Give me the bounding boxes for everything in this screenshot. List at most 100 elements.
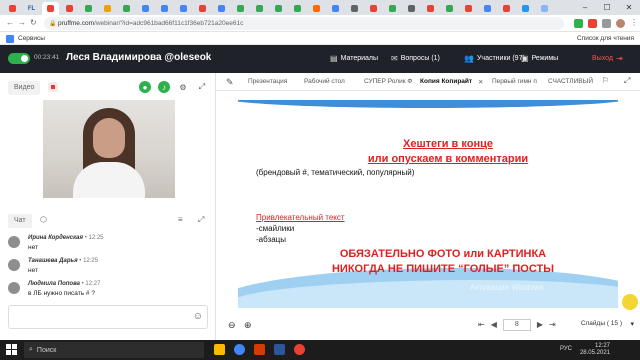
browser-tab[interactable]: FL <box>23 2 40 15</box>
taskbar-search[interactable]: ⌕ Поиск <box>24 342 204 358</box>
browser-tab[interactable] <box>156 2 173 15</box>
minimize-button[interactable]: – <box>574 0 596 15</box>
materials-button[interactable]: ▤ Материалы <box>330 54 378 63</box>
browser-tab[interactable] <box>479 2 496 15</box>
prev-slide-icon[interactable]: ◀ <box>491 320 497 329</box>
tab-desktop[interactable]: Рабочий стол <box>304 78 345 85</box>
expand-icon[interactable]: ⤢ <box>196 81 208 93</box>
browser-tab[interactable] <box>365 2 382 15</box>
close-tab-icon[interactable]: ✕ <box>478 78 483 86</box>
reading-list[interactable]: Список для чтения <box>577 35 634 42</box>
favicon-icon <box>104 5 111 12</box>
tab-super-rolik[interactable]: СУПЕР Ролик Ф <box>364 78 412 85</box>
broadcast-toggle[interactable] <box>8 53 30 64</box>
browser-tab[interactable] <box>384 2 401 15</box>
browser-tab[interactable] <box>422 2 439 15</box>
windows-start-icon[interactable] <box>6 344 17 355</box>
slides-count[interactable]: Слайды ( 15 ) <box>581 320 622 327</box>
maximize-button[interactable]: ☐ <box>596 0 618 15</box>
expand-icon[interactable]: ⤢ <box>624 76 630 86</box>
modes-button[interactable]: ▣ Режимы <box>521 54 558 63</box>
gear-icon[interactable]: ⚙ <box>177 81 189 93</box>
browser-tab[interactable] <box>270 2 287 15</box>
url-input[interactable]: 🔒 pruffme.com/webinar/?id=adc961bad66f11… <box>44 17 564 30</box>
chat-tab[interactable]: Чат <box>8 214 32 228</box>
browser-tab[interactable] <box>175 2 192 15</box>
page-number-input[interactable]: 8 <box>502 318 531 331</box>
tab-happy[interactable]: СЧАСТЛИВЫЙ <box>548 78 593 85</box>
chevron-down-icon[interactable]: ▾ <box>630 320 634 328</box>
reload-icon[interactable]: ↻ <box>30 18 37 27</box>
browser-menu-icon[interactable]: ⋮ <box>630 18 638 27</box>
favicon-icon <box>351 5 358 12</box>
chat-settings-icon[interactable]: ⬡ <box>40 215 47 224</box>
expand-chat-icon[interactable]: ⤢ <box>198 215 204 225</box>
microphone-icon[interactable]: ♪ <box>158 81 170 93</box>
participants-button[interactable]: 👥 Участники (97) <box>464 54 525 63</box>
bookmark-icon[interactable]: ⚐ <box>602 76 609 85</box>
location-icon[interactable]: ● <box>139 81 151 93</box>
extensions-puzzle-icon[interactable] <box>602 19 611 28</box>
taskbar: ⌕ Поиск РУС 12:27 28.05.2021 <box>0 340 640 360</box>
url-path: /webinar/?id=adc961bad66f11c1f36eb721a20… <box>94 20 244 27</box>
exit-button[interactable]: Выход ⇥ <box>592 54 623 63</box>
chat-input[interactable]: ☺ <box>8 305 208 329</box>
favicon-icon <box>142 5 149 12</box>
zoom-in-icon[interactable]: ⊕ <box>244 320 252 331</box>
tab-copywriting[interactable]: Копия Копирайт <box>420 78 472 85</box>
app-icon[interactable] <box>294 344 305 355</box>
favicon-icon <box>66 5 73 12</box>
word-icon[interactable] <box>274 344 285 355</box>
browser-tab[interactable] <box>4 2 21 15</box>
next-slide-icon[interactable]: ▶ <box>537 320 543 329</box>
browser-tab[interactable] <box>99 2 116 15</box>
browser-tab[interactable] <box>517 2 534 15</box>
emoji-icon[interactable]: ☺ <box>193 311 203 322</box>
search-icon: ⌕ <box>29 346 33 353</box>
video-tab[interactable]: Видео <box>8 81 41 95</box>
browser-tab[interactable] <box>498 2 515 15</box>
browser-tab[interactable] <box>194 2 211 15</box>
last-slide-icon[interactable]: ⇥ <box>549 320 556 329</box>
browser-tab[interactable] <box>118 2 135 15</box>
browser-tab[interactable] <box>536 2 553 15</box>
pen-icon[interactable]: ✎ <box>226 77 234 88</box>
language-indicator[interactable]: РУС <box>560 346 572 352</box>
profile-avatar[interactable] <box>616 19 625 28</box>
browser-tab[interactable] <box>289 2 306 15</box>
bookmark-services[interactable]: Сервисы <box>18 35 45 42</box>
back-icon[interactable]: ← <box>6 18 14 27</box>
browser-tab[interactable] <box>61 2 78 15</box>
favicon-icon <box>275 5 282 12</box>
browser-tab[interactable] <box>403 2 420 15</box>
explorer-icon[interactable] <box>214 344 225 355</box>
clock[interactable]: 12:27 28.05.2021 <box>580 343 610 357</box>
browser-tab[interactable] <box>213 2 230 15</box>
browser-tab[interactable] <box>42 2 59 15</box>
powerpoint-icon[interactable] <box>254 344 265 355</box>
browser-tab[interactable] <box>80 2 97 15</box>
questions-button[interactable]: ✉ Вопросы (1) <box>391 54 440 63</box>
browser-tab[interactable] <box>327 2 344 15</box>
browser-tab[interactable] <box>308 2 325 15</box>
extension-icon[interactable] <box>574 19 583 28</box>
zoom-out-icon[interactable]: ⊖ <box>228 320 236 331</box>
browser-tab[interactable] <box>346 2 363 15</box>
tab-first-hymn[interactable]: Первый гимн п <box>492 78 537 85</box>
browser-tab[interactable] <box>137 2 154 15</box>
questions-icon: ✉ <box>391 54 398 63</box>
close-window-button[interactable]: ✕ <box>618 0 640 15</box>
stop-video-button[interactable] <box>48 82 58 92</box>
first-slide-icon[interactable]: ⇤ <box>478 320 485 329</box>
chrome-icon[interactable] <box>234 344 245 355</box>
browser-tab[interactable] <box>441 2 458 15</box>
browser-tab[interactable] <box>232 2 249 15</box>
browser-tab[interactable] <box>251 2 268 15</box>
slide-warning-2: НИКОГДА НЕ ПИШИТЕ “ГОЛЫЕ” ПОСТЫ <box>331 263 554 275</box>
tab-presentation[interactable]: Презентация <box>248 78 287 85</box>
slide-bullet-2: -абзацы <box>256 235 286 244</box>
chat-list-icon[interactable]: ≡ <box>178 215 183 224</box>
extension-icon[interactable] <box>588 19 597 28</box>
forward-icon[interactable]: → <box>18 18 26 27</box>
browser-tab[interactable] <box>460 2 477 15</box>
